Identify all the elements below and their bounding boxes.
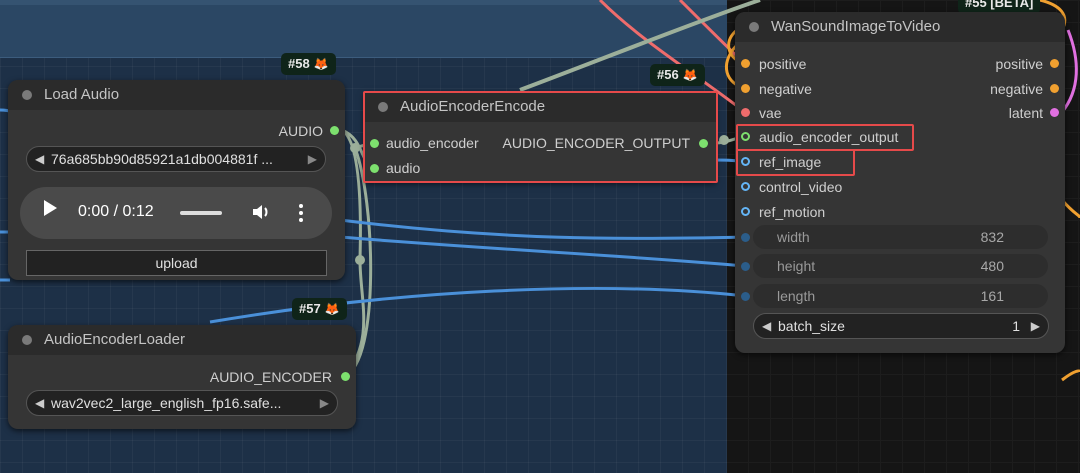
collapse-dot-icon[interactable] xyxy=(22,90,32,100)
batch-size-label: batch_size xyxy=(778,318,845,334)
node-id-badge-58: #58 🦊 xyxy=(281,53,336,75)
input-positive-port[interactable] xyxy=(741,59,750,68)
width-label: width xyxy=(777,229,810,245)
input-negative-label: negative xyxy=(759,81,812,97)
combo-prev-icon[interactable]: ◀ xyxy=(35,147,44,171)
more-options-icon[interactable] xyxy=(298,203,304,223)
collapse-dot-icon[interactable] xyxy=(22,335,32,345)
output-audio-port[interactable] xyxy=(330,126,339,135)
combo-next-icon[interactable]: ▶ xyxy=(320,391,329,415)
input-vae-port[interactable] xyxy=(741,108,750,117)
height-label: height xyxy=(777,258,816,274)
combo-value: wav2vec2_large_english_fp16.safe... xyxy=(51,395,282,411)
node-title: WanSoundImageToVideo xyxy=(771,18,941,35)
combo-value: 76a685bb90d85921a1db004881f ... xyxy=(51,151,273,167)
length-value: 161 xyxy=(980,288,1004,304)
width-value: 832 xyxy=(980,229,1004,245)
time-display: 0:00 / 0:12 xyxy=(78,203,154,220)
node-title: AudioEncoderLoader xyxy=(44,331,185,348)
output-audio-encoder-port[interactable] xyxy=(341,372,350,381)
output-audio-label: AUDIO xyxy=(278,123,323,139)
node-title-bar[interactable]: AudioEncoderLoader xyxy=(8,325,356,355)
increment-icon[interactable]: ▶ xyxy=(1031,314,1040,338)
batch-size-value: 1 xyxy=(1012,318,1020,334)
width-field[interactable]: width 832 xyxy=(753,225,1048,249)
wan-sound-image-to-video-node[interactable]: WanSoundImageToVideo positive positive n… xyxy=(735,12,1065,353)
output-audio-encoder-label: AUDIO_ENCODER xyxy=(209,369,332,385)
decrement-icon[interactable]: ◀ xyxy=(762,314,771,338)
highlight-box-audio-encoder-output xyxy=(736,124,914,151)
output-positive-port[interactable] xyxy=(1050,59,1059,68)
input-vae-label: vae xyxy=(759,105,782,121)
input-ref-motion-port[interactable] xyxy=(741,207,750,216)
highlight-box-audio-encoder-encode xyxy=(363,91,718,183)
input-ref-motion-label: ref_motion xyxy=(759,204,826,220)
height-value: 480 xyxy=(980,258,1004,274)
badge-id: #57 xyxy=(299,301,321,316)
node-id-badge-57: #57 🦊 xyxy=(292,298,347,320)
height-field[interactable]: height 480 xyxy=(753,254,1048,278)
encoder-model-combo[interactable]: ◀ wav2vec2_large_english_fp16.safe... ▶ xyxy=(26,390,338,416)
output-negative-label: negative xyxy=(990,81,1043,97)
fox-icon: 🦊 xyxy=(313,57,329,71)
output-negative-port[interactable] xyxy=(1050,84,1059,93)
height-input-port[interactable] xyxy=(741,262,750,271)
batch-size-field[interactable]: ◀ batch_size 1 ▶ xyxy=(753,313,1049,339)
width-input-port[interactable] xyxy=(741,233,750,242)
badge-id: #56 xyxy=(657,67,679,82)
fox-icon: 🦊 xyxy=(682,68,698,82)
node-title-bar[interactable]: Load Audio xyxy=(8,80,345,110)
length-label: length xyxy=(777,288,816,304)
collapse-dot-icon[interactable] xyxy=(749,22,759,32)
combo-prev-icon[interactable]: ◀ xyxy=(35,391,44,415)
length-input-port[interactable] xyxy=(741,292,750,301)
length-field[interactable]: length 161 xyxy=(753,284,1048,308)
input-negative-port[interactable] xyxy=(741,84,750,93)
input-control-video-label: control_video xyxy=(759,179,843,195)
play-icon[interactable] xyxy=(44,200,57,216)
group-header[interactable] xyxy=(0,0,727,58)
badge-id: #58 xyxy=(288,56,310,71)
progress-slider[interactable] xyxy=(180,211,222,215)
input-positive-label: positive xyxy=(759,56,807,72)
audio-file-combo[interactable]: ◀ 76a685bb90d85921a1db004881f ... ▶ xyxy=(26,146,326,172)
output-latent-label: latent xyxy=(1008,105,1043,121)
upload-button[interactable]: upload xyxy=(26,250,327,276)
audio-player[interactable]: 0:00 / 0:12 xyxy=(20,187,332,239)
node-id-badge-56: #56 🦊 xyxy=(650,64,705,86)
audio-encoder-loader-node[interactable]: AudioEncoderLoader AUDIO_ENCODER ◀ wav2v… xyxy=(8,325,356,429)
node-title-bar[interactable]: WanSoundImageToVideo xyxy=(735,12,1065,42)
highlight-box-ref-image xyxy=(736,149,855,176)
load-audio-node[interactable]: Load Audio AUDIO ◀ 76a685bb90d85921a1db0… xyxy=(8,80,345,280)
output-positive-label: positive xyxy=(995,56,1043,72)
input-control-video-port[interactable] xyxy=(741,182,750,191)
output-latent-port[interactable] xyxy=(1050,108,1059,117)
badge-id: #55 [BETA] xyxy=(965,0,1034,10)
combo-next-icon[interactable]: ▶ xyxy=(308,147,317,171)
volume-icon[interactable] xyxy=(250,201,272,223)
fox-icon: 🦊 xyxy=(324,302,340,316)
node-title: Load Audio xyxy=(44,86,120,103)
